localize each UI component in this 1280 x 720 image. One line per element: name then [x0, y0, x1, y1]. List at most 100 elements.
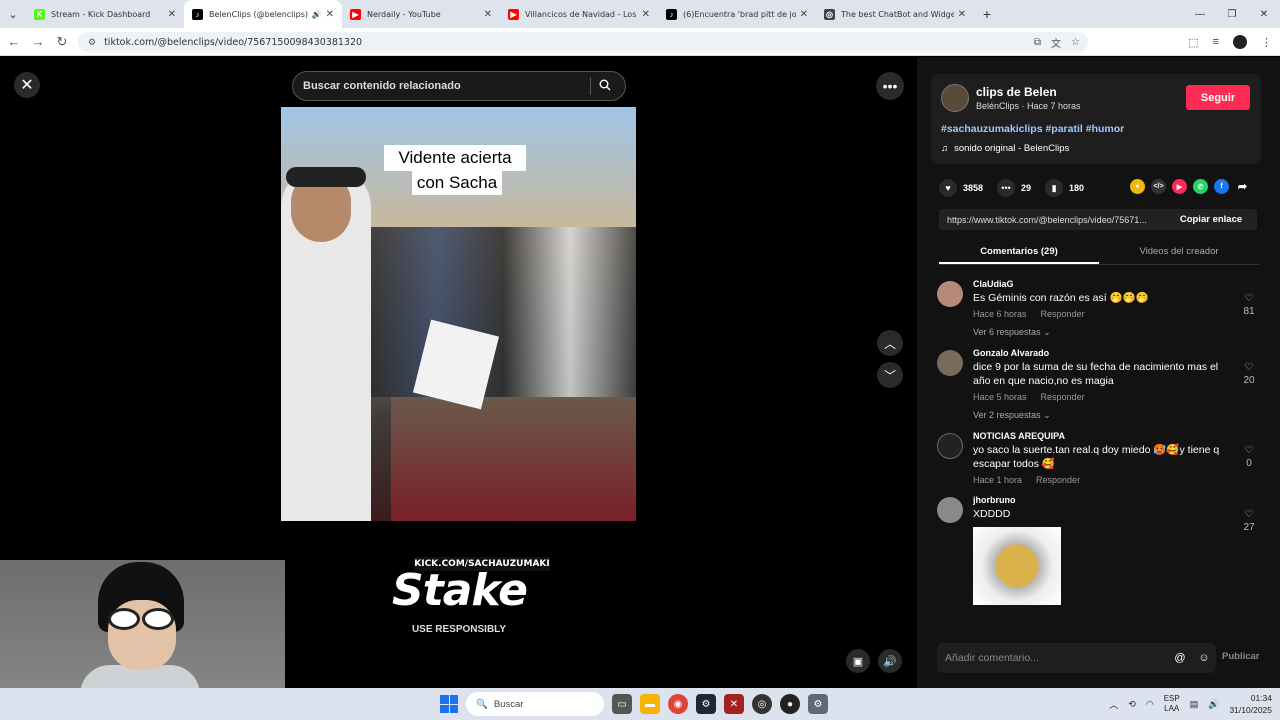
- volume-icon[interactable]: 🔊: [1208, 699, 1219, 710]
- reply-button[interactable]: Responder: [1041, 392, 1085, 402]
- emoji-icon[interactable]: ☺: [1192, 652, 1216, 664]
- embed-code-icon[interactable]: </>: [1151, 179, 1166, 194]
- commenter-avatar[interactable]: [937, 281, 963, 307]
- sound-link[interactable]: ♫ sonido original - BelenClips: [941, 143, 1069, 154]
- translate-icon[interactable]: 文: [1051, 35, 1061, 50]
- site-info-icon[interactable]: ⚙: [88, 37, 96, 48]
- save-button[interactable]: ▮ 180: [1045, 179, 1084, 197]
- previous-video-button[interactable]: ︿: [877, 330, 903, 356]
- tray-overflow-icon[interactable]: ︿: [1109, 698, 1118, 711]
- miniplayer-button[interactable]: ▣: [846, 649, 870, 673]
- browser-tab[interactable]: ▶ Nerdaily - YouTube ✕: [342, 0, 500, 28]
- commenter-name[interactable]: jhorbruno: [973, 495, 1267, 505]
- commenter-avatar[interactable]: [937, 497, 963, 523]
- commenter-avatar[interactable]: [937, 433, 963, 459]
- browser-tab[interactable]: K Stream - Kick Dashboard ✕: [26, 0, 184, 28]
- reply-button[interactable]: Responder: [1041, 309, 1085, 319]
- reload-icon[interactable]: ↻: [50, 34, 74, 50]
- facebook-icon[interactable]: f: [1214, 179, 1229, 194]
- close-tab-icon[interactable]: ✕: [484, 9, 492, 20]
- task-view-icon[interactable]: ▭: [612, 694, 632, 714]
- browser-tab[interactable]: ◎ The best ChatBot and Widgets ✕: [816, 0, 974, 28]
- bookmark-star-icon[interactable]: ☆: [1071, 37, 1080, 48]
- taskbar-clock[interactable]: 01:34 31/10/2025: [1229, 692, 1272, 716]
- close-tab-icon[interactable]: ✕: [958, 9, 966, 20]
- commenter-name[interactable]: ClaUdiaG: [973, 279, 1267, 289]
- reply-button[interactable]: Responder: [1036, 475, 1080, 485]
- taskbar-search-label: Buscar: [493, 698, 524, 710]
- view-replies-button[interactable]: Ver 2 respuestas ⌄: [973, 410, 1267, 421]
- browser-tab[interactable]: ▶ Villancicos de Navidad - Los N ✕: [500, 0, 658, 28]
- tray-app-icon[interactable]: ⟲: [1128, 699, 1136, 710]
- share-arrow-icon[interactable]: ➦: [1235, 179, 1250, 194]
- commenter-avatar[interactable]: [937, 350, 963, 376]
- mention-icon[interactable]: @: [1168, 652, 1192, 664]
- view-replies-button[interactable]: Ver 6 respuestas ⌄: [973, 327, 1267, 338]
- comment-like-button[interactable]: ♡ 0: [1239, 445, 1259, 469]
- like-button[interactable]: ♥ 3858: [939, 179, 983, 197]
- tab-creator-videos[interactable]: Videos del creador: [1099, 240, 1259, 264]
- minimize-icon[interactable]: —: [1184, 0, 1216, 28]
- windows-start-icon[interactable]: [440, 695, 458, 713]
- comment-button[interactable]: ••• 29: [997, 179, 1031, 197]
- tab-comments[interactable]: Comentarios (29): [939, 240, 1099, 264]
- extensions-icon[interactable]: ⬚: [1188, 36, 1198, 49]
- chrome-icon[interactable]: ◉: [668, 694, 688, 714]
- close-tab-icon[interactable]: ✕: [642, 9, 650, 20]
- language-indicator[interactable]: ESP LAA: [1164, 694, 1180, 714]
- close-tab-icon[interactable]: ✕: [800, 9, 808, 20]
- maximize-icon[interactable]: ❐: [1216, 0, 1248, 28]
- browser-tab[interactable]: ♪ BelenClips (@belenclips) | T 🔊 ✕: [184, 0, 342, 28]
- back-icon[interactable]: ←: [2, 34, 26, 49]
- browser-menu-icon[interactable]: ⋮: [1261, 36, 1272, 49]
- tab-search-icon[interactable]: ⌄: [0, 0, 26, 28]
- more-options-button[interactable]: •••: [876, 72, 904, 100]
- comment-image[interactable]: [973, 527, 1061, 605]
- commenter-name[interactable]: NOTICIAS AREQUIPA: [973, 431, 1267, 441]
- settings-icon[interactable]: ⚙: [808, 694, 828, 714]
- creator-avatar[interactable]: [941, 84, 969, 112]
- music-note-icon: ♫: [941, 143, 949, 154]
- publish-button[interactable]: Publicar: [1222, 651, 1260, 662]
- related-search-input[interactable]: Buscar contenido relacionado: [292, 71, 626, 101]
- next-video-button[interactable]: ﹀: [877, 362, 903, 388]
- profile-avatar[interactable]: [1233, 35, 1247, 49]
- taskbar-search[interactable]: 🔍 Buscar: [466, 692, 604, 716]
- obs-icon[interactable]: ●: [780, 694, 800, 714]
- comment-like-button[interactable]: ♡ 27: [1239, 509, 1259, 533]
- creator-name[interactable]: clips de Belen: [976, 85, 1057, 99]
- wifi-icon[interactable]: ◠: [1146, 699, 1154, 710]
- commenter-name[interactable]: Gonzalo Alvarado: [973, 348, 1267, 358]
- close-video-button[interactable]: ✕: [14, 72, 40, 98]
- kick-icon: K: [34, 8, 45, 20]
- comment-input[interactable]: Añadir comentario... @ ☺: [937, 643, 1216, 673]
- video-hashtags[interactable]: #sachauzumakiclips #paratil #humor: [941, 123, 1124, 135]
- follow-button[interactable]: Seguir: [1186, 85, 1250, 110]
- install-app-icon[interactable]: ⧉: [1034, 37, 1041, 48]
- comment-like-count: 20: [1243, 375, 1255, 386]
- volume-button[interactable]: 🔊: [878, 649, 902, 673]
- search-icon[interactable]: [599, 79, 625, 94]
- tab-audio-icon[interactable]: 🔊: [312, 10, 322, 19]
- new-tab-button[interactable]: +: [974, 0, 1000, 28]
- nvidia-icon[interactable]: ◎: [752, 694, 772, 714]
- reading-list-icon[interactable]: ≡: [1213, 36, 1219, 48]
- copy-link-button[interactable]: Copiar enlace: [1165, 214, 1257, 225]
- file-explorer-icon[interactable]: ▬: [640, 694, 660, 714]
- whatsapp-icon[interactable]: ✆: [1193, 179, 1208, 194]
- video-caption-line2: con Sacha: [412, 171, 502, 195]
- coin-share-icon[interactable]: ●: [1130, 179, 1145, 194]
- steam-icon[interactable]: ⚙: [696, 694, 716, 714]
- network-icon[interactable]: ▤: [1190, 699, 1199, 710]
- close-tab-icon[interactable]: ✕: [326, 9, 334, 20]
- send-friend-icon[interactable]: ▶: [1172, 179, 1187, 194]
- comment-placeholder: Añadir comentario...: [945, 652, 1039, 664]
- browser-tab[interactable]: ♪ (6)Encuentra 'brad pitt de jover ✕: [658, 0, 816, 28]
- comment-like-button[interactable]: ♡ 20: [1239, 362, 1259, 386]
- close-tab-icon[interactable]: ✕: [168, 9, 176, 20]
- comment-like-button[interactable]: ♡ 81: [1239, 293, 1259, 317]
- forward-icon[interactable]: →: [26, 34, 50, 49]
- dota-icon[interactable]: ✕: [724, 694, 744, 714]
- address-bar[interactable]: ⚙ tiktok.com/@belenclips/video/756715009…: [78, 32, 1088, 52]
- close-window-icon[interactable]: ✕: [1248, 0, 1280, 28]
